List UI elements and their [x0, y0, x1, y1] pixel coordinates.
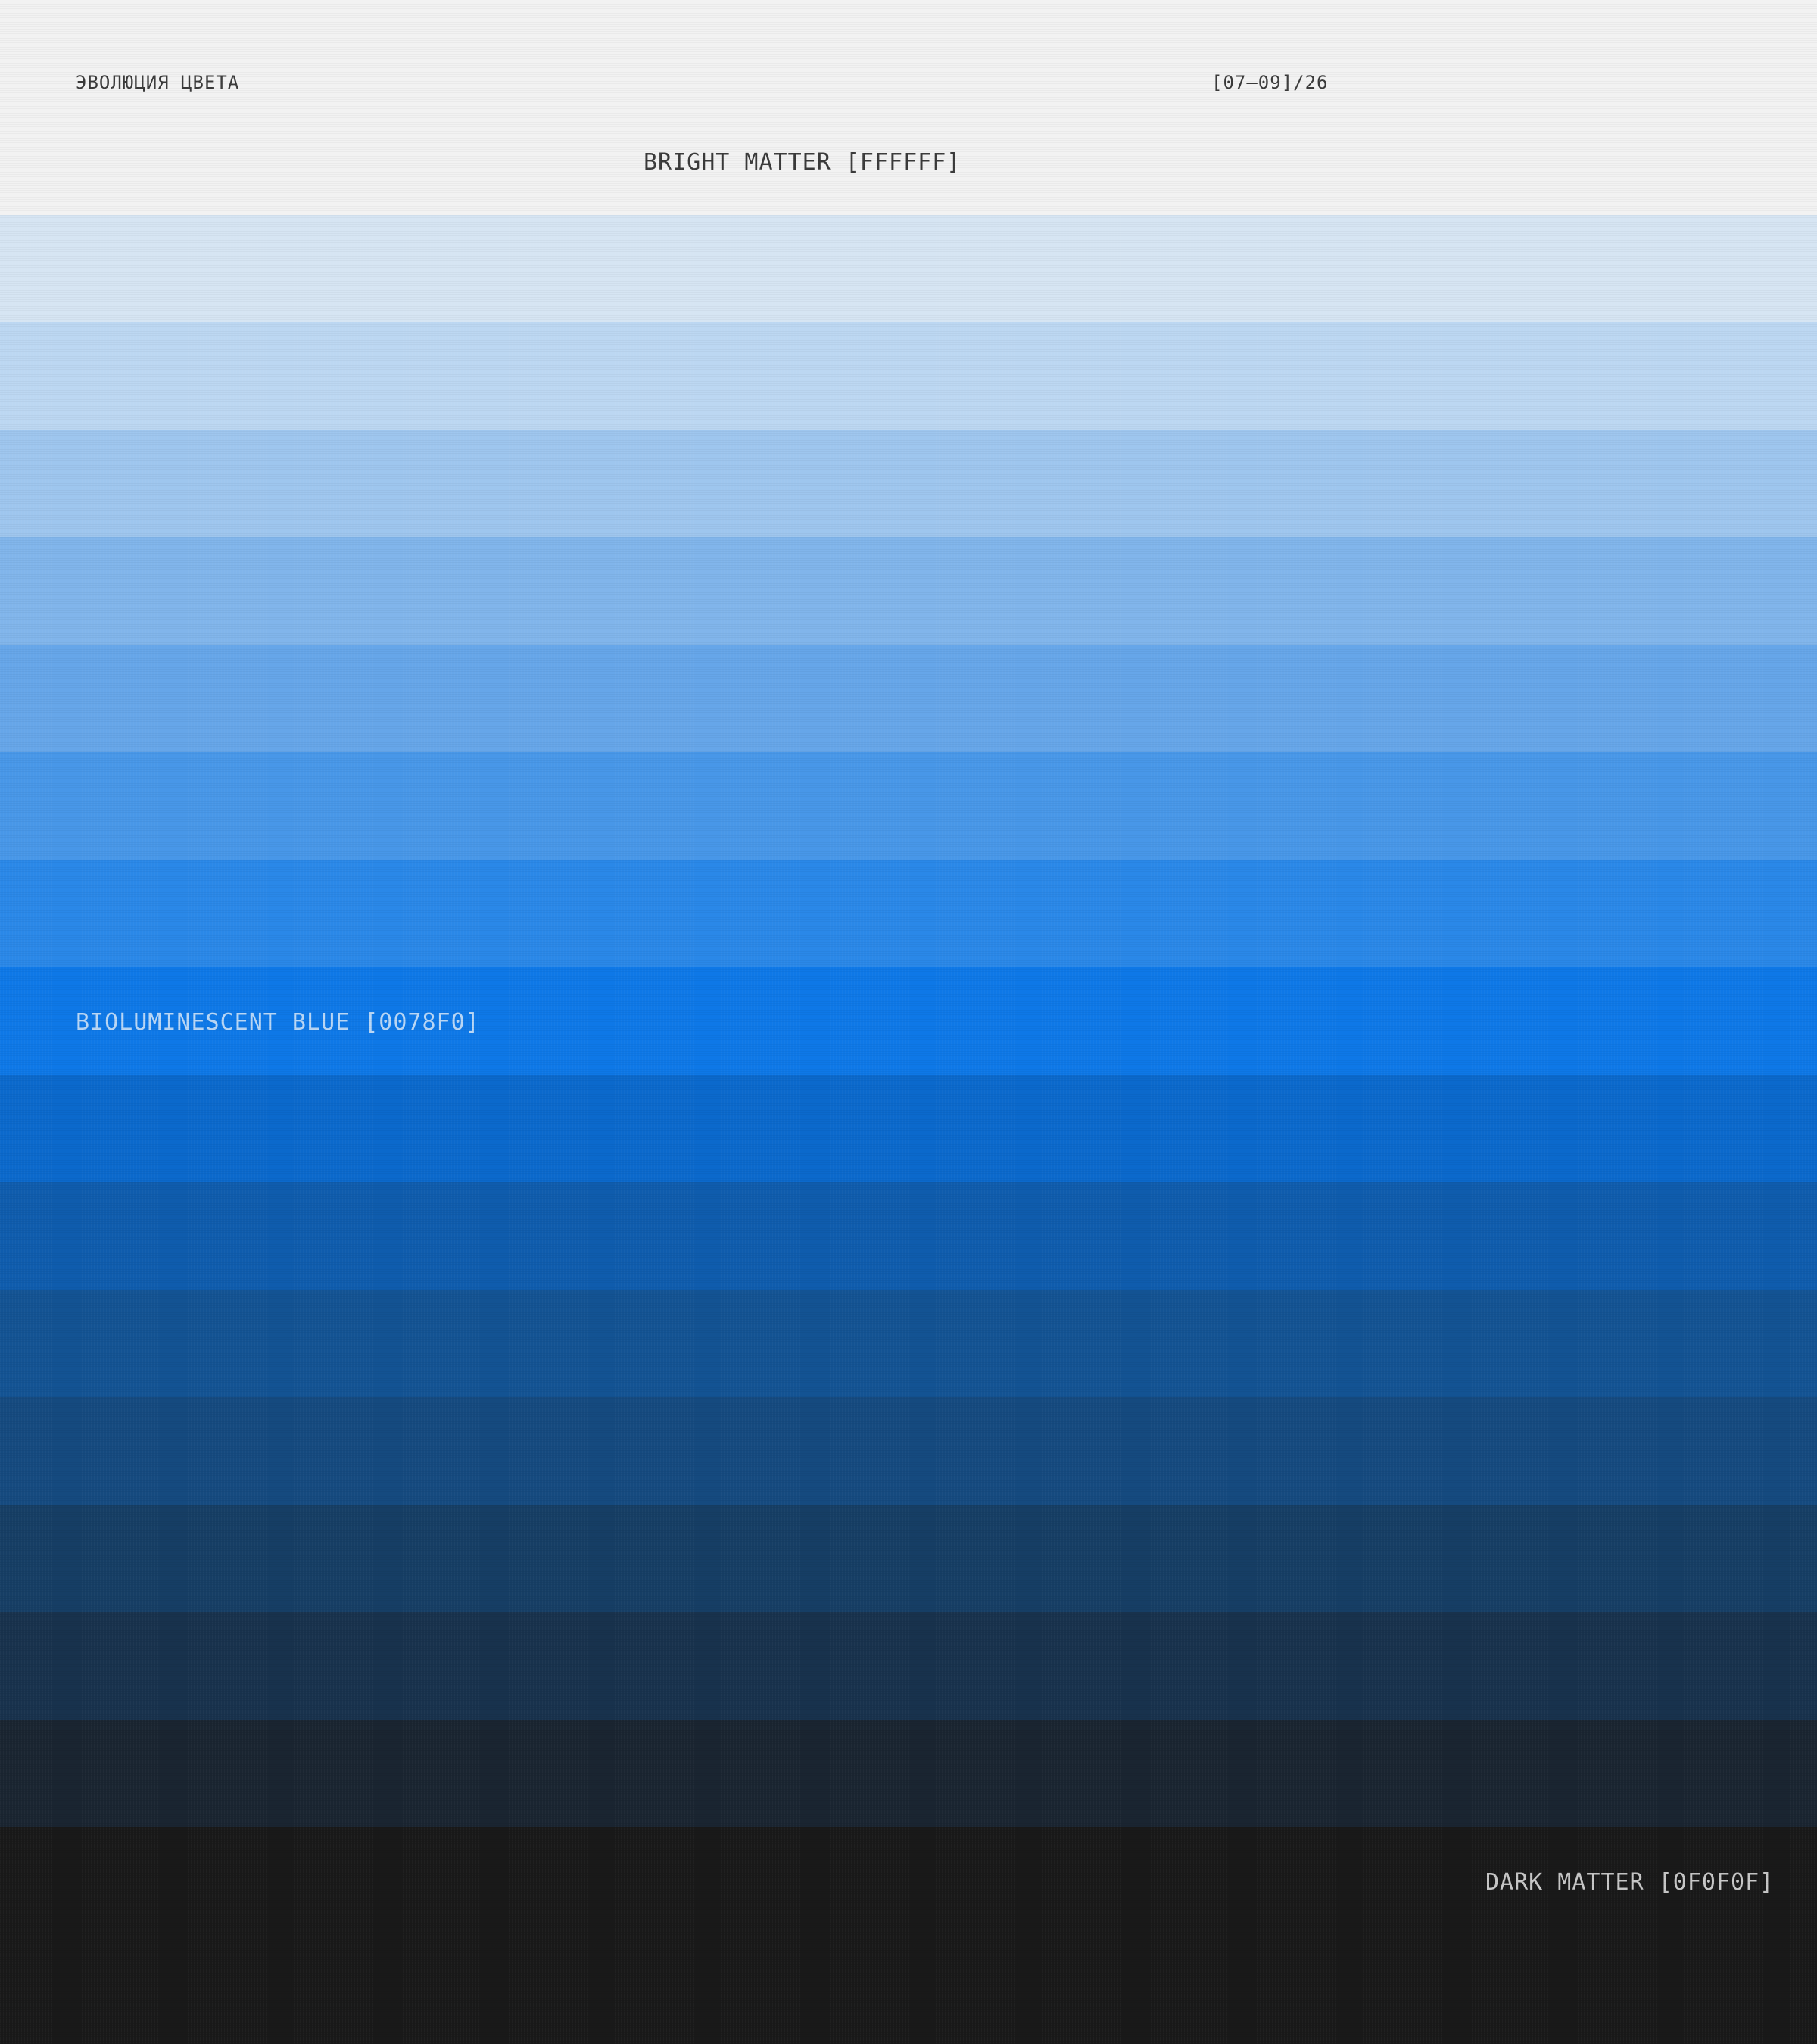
color-band: [0, 0, 1817, 215]
color-band: [0, 1075, 1817, 1182]
color-evolution-poster: ЭВОЛЮЦИЯ ЦВЕТА [07–09]/26 BRIGHT MATTER …: [0, 0, 1817, 2044]
color-band: [0, 1612, 1817, 1720]
color-band: [0, 1505, 1817, 1612]
color-band: [0, 1290, 1817, 1397]
color-band: [0, 430, 1817, 537]
dark-matter-label: DARK MATTER [0F0F0F]: [1485, 1869, 1775, 1896]
color-band: [0, 1397, 1817, 1505]
bright-matter-label: BRIGHT MATTER [FFFFFF]: [644, 149, 961, 176]
color-band: [0, 215, 1817, 322]
color-band: [0, 752, 1817, 860]
issue-number: [07–09]/26: [1211, 72, 1329, 93]
color-band: [0, 322, 1817, 430]
color-band: [0, 860, 1817, 967]
color-band: [0, 1720, 1817, 1827]
color-band: [0, 645, 1817, 752]
color-band: [0, 1827, 1817, 2044]
color-band: [0, 1182, 1817, 1290]
color-band: [0, 537, 1817, 645]
series-title: ЭВОЛЮЦИЯ ЦВЕТА: [76, 72, 240, 93]
bioluminescent-blue-label: BIOLUMINESCENT BLUE [0078F0]: [76, 1009, 480, 1036]
